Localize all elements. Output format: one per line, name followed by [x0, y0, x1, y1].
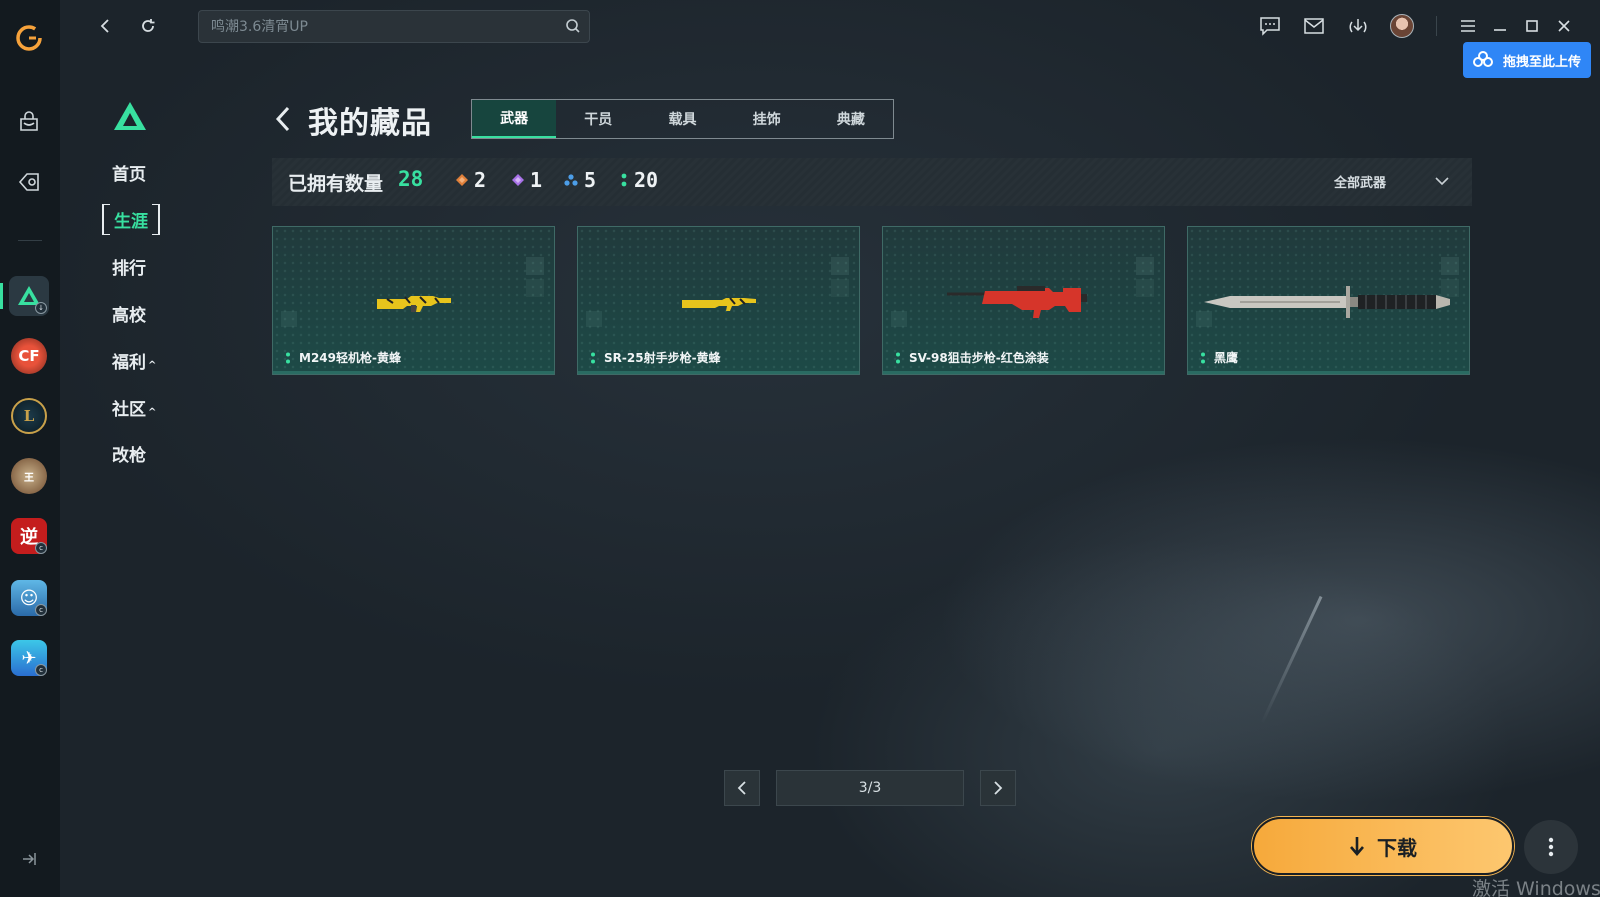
collection-card[interactable]: 黑鹰: [1187, 226, 1470, 375]
crossfire-game-icon[interactable]: CF: [9, 336, 49, 376]
purple-diamond-icon: [512, 174, 524, 186]
nav-item-community[interactable]: 社区 ^: [112, 395, 156, 420]
page-title: 我的藏品: [308, 106, 432, 141]
topbar-divider: [1436, 16, 1437, 36]
tab-vehicles[interactable]: 载具: [640, 100, 724, 138]
card-name: SV-98狙击步枪-红色涂装: [895, 349, 1049, 366]
game-tag-icon[interactable]: [9, 162, 49, 202]
rarity-purple: 1: [512, 168, 542, 192]
nav-item-home[interactable]: 首页: [112, 160, 146, 185]
cloud-upload-icon: [1473, 51, 1493, 67]
top-bar: [60, 0, 1600, 52]
green-dots-icon: [896, 352, 900, 363]
back-nav-icon[interactable]: [94, 14, 118, 38]
green-dots-icon: [621, 173, 627, 187]
minimize-icon[interactable]: [1488, 14, 1512, 38]
honor-of-kings-game-icon[interactable]: 王: [9, 456, 49, 496]
prev-page-button[interactable]: [724, 770, 760, 806]
menu-icon[interactable]: [1456, 14, 1480, 38]
space-game-icon[interactable]: ✈ c: [9, 638, 49, 678]
store-icon[interactable]: [9, 102, 49, 142]
upload-drop-button[interactable]: 拖拽至此上传: [1463, 42, 1591, 78]
league-game-icon[interactable]: L: [9, 396, 49, 436]
rail-divider: [18, 240, 42, 241]
cloud-badge-icon-2: c: [35, 604, 47, 616]
mail-icon[interactable]: [1302, 14, 1326, 38]
download-button[interactable]: 下载: [1252, 817, 1514, 875]
nav-item-career[interactable]: 生涯: [102, 204, 160, 235]
maximize-icon[interactable]: [1520, 14, 1544, 38]
chevron-left-icon: [737, 781, 746, 795]
page-back-icon[interactable]: [274, 104, 294, 138]
green-dots-icon: [286, 352, 290, 363]
cloud-badge-icon-3: c: [35, 664, 47, 676]
ni-shui-han-game-icon[interactable]: 逆 c: [9, 516, 49, 556]
rarity-blue: 5: [564, 168, 596, 192]
orange-diamond-icon: [456, 174, 468, 186]
tab-collection[interactable]: 典藏: [809, 100, 893, 138]
close-icon[interactable]: [1552, 14, 1576, 38]
owned-count-label: 已拥有数量: [288, 173, 384, 195]
tab-operators[interactable]: 干员: [556, 100, 640, 138]
refresh-icon[interactable]: [136, 14, 160, 38]
nav-item-ranking[interactable]: 排行: [112, 254, 146, 279]
windows-activation-watermark: 激活 Windows: [1472, 878, 1600, 897]
blue-triangle-dots-icon: [564, 174, 578, 186]
collection-card[interactable]: M249轻机枪-黄蜂: [272, 226, 555, 375]
search-input[interactable]: [199, 11, 559, 42]
qq-speed-game-icon[interactable]: ☺ c: [9, 578, 49, 618]
card-name: SR-25射手步枪-黄蜂: [590, 349, 721, 366]
knife-icon: [1188, 267, 1471, 337]
collection-grid: M249轻机枪-黄蜂 SR-25射手步枪-黄蜂 SV-98狙击步枪-红色涂装 黑…: [272, 226, 1472, 376]
next-page-button[interactable]: [980, 770, 1016, 806]
user-avatar[interactable]: [1390, 14, 1414, 38]
delta-force-game-icon[interactable]: ↓: [9, 276, 49, 316]
search-box[interactable]: [198, 10, 590, 43]
collection-card[interactable]: SV-98狙击步枪-红色涂装: [882, 226, 1165, 375]
message-icon[interactable]: [1258, 14, 1282, 38]
app-rail: ↓ CF L 王 逆 c ☺ c ✈ c: [0, 0, 60, 897]
upload-label: 拖拽至此上传: [1503, 54, 1582, 70]
weapon-filter-select[interactable]: 全部武器: [1334, 172, 1386, 191]
page-indicator: 3/3: [776, 770, 964, 806]
category-tabs: 武器 干员 载具 挂饰 典藏: [471, 99, 894, 139]
search-icon[interactable]: [565, 18, 581, 38]
sniper-red-icon: [883, 267, 1166, 337]
more-options-button[interactable]: [1524, 820, 1578, 874]
download-label: 下载: [1377, 835, 1417, 860]
delta-force-logo-icon: [112, 100, 148, 136]
collapse-rail-icon[interactable]: [20, 850, 38, 872]
tab-weapons[interactable]: 武器: [472, 100, 557, 138]
nav-item-college[interactable]: 高校: [112, 301, 146, 326]
green-dots-icon: [1201, 352, 1205, 363]
more-vertical-icon: [1548, 837, 1554, 857]
rail-active-indicator: [0, 283, 3, 309]
nav-item-welfare[interactable]: 福利 ^: [112, 348, 156, 373]
chevron-up-icon: ^: [148, 360, 157, 371]
cloud-badge-icon: c: [35, 542, 47, 554]
lmg-yellow-icon: [273, 267, 556, 337]
card-name: 黑鹰: [1200, 349, 1238, 366]
tab-charms[interactable]: 挂饰: [725, 100, 809, 138]
card-name: M249轻机枪-黄蜂: [285, 349, 401, 366]
chevron-right-icon: [994, 781, 1003, 795]
green-dots-icon: [591, 352, 595, 363]
download-badge-icon: ↓: [35, 302, 47, 314]
rarity-green: 20: [620, 168, 658, 192]
owned-stats-bar: 已拥有数量 28 2 1 5 20 全部武器: [272, 158, 1472, 206]
collection-card[interactable]: SR-25射手步枪-黄蜂: [577, 226, 860, 375]
nav-item-gun-mod[interactable]: 改枪: [112, 441, 146, 466]
rarity-orange: 2: [456, 168, 486, 192]
chevron-up-icon-2: ^: [148, 407, 157, 418]
arrow-down-icon: [1350, 837, 1364, 856]
app-logo-icon[interactable]: [9, 18, 49, 58]
download-manager-icon[interactable]: [1346, 14, 1370, 38]
rifle-yellow-icon: [578, 267, 861, 337]
owned-count-total: 28: [398, 167, 424, 191]
chevron-down-icon[interactable]: [1434, 172, 1450, 191]
